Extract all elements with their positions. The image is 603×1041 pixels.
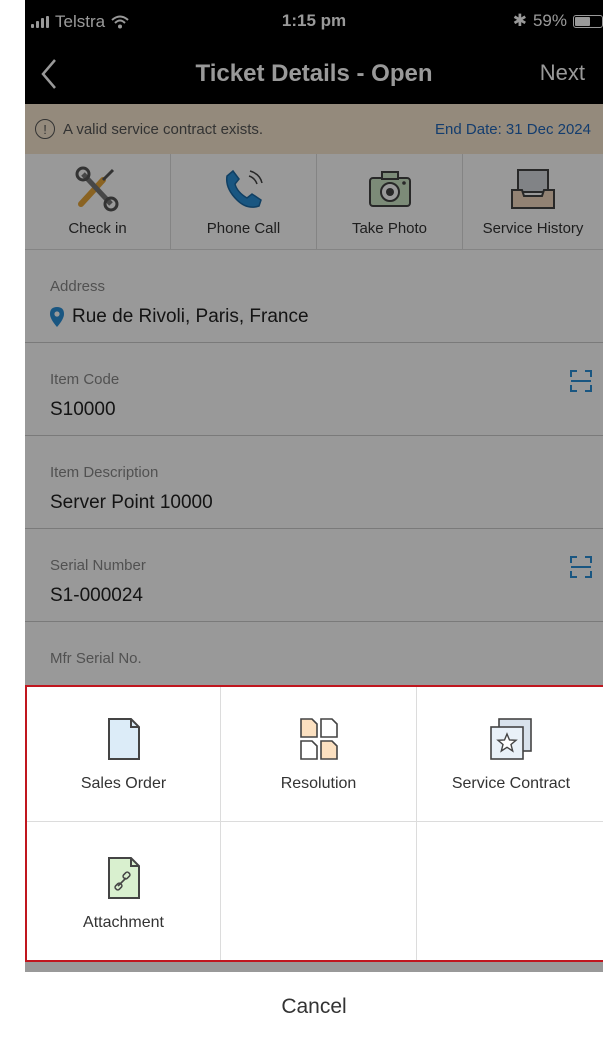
attachment-option[interactable]: Attachment xyxy=(27,822,221,960)
service-contract-option[interactable]: Service Contract xyxy=(417,687,603,822)
cancel-button[interactable]: Cancel xyxy=(25,972,603,1041)
attachment-link-icon xyxy=(107,857,140,899)
empty-grid-cell xyxy=(221,822,417,960)
app-screen: Telstra 1:15 pm ✱ 59% Ticket Details - O… xyxy=(25,0,603,1041)
action-sheet: Sales Order Resolution Service Contract … xyxy=(25,685,603,962)
action-sheet-grid: Sales Order Resolution Service Contract … xyxy=(27,687,603,960)
attachment-label: Attachment xyxy=(83,914,164,931)
resolution-docs-icon xyxy=(299,718,338,760)
sales-order-option[interactable]: Sales Order xyxy=(27,687,221,822)
document-icon xyxy=(107,718,140,760)
star-certificate-icon xyxy=(490,718,532,760)
empty-grid-cell xyxy=(417,822,603,960)
service-contract-label: Service Contract xyxy=(451,775,571,792)
sales-order-label: Sales Order xyxy=(80,775,167,792)
resolution-label: Resolution xyxy=(280,775,357,792)
resolution-option[interactable]: Resolution xyxy=(221,687,417,822)
